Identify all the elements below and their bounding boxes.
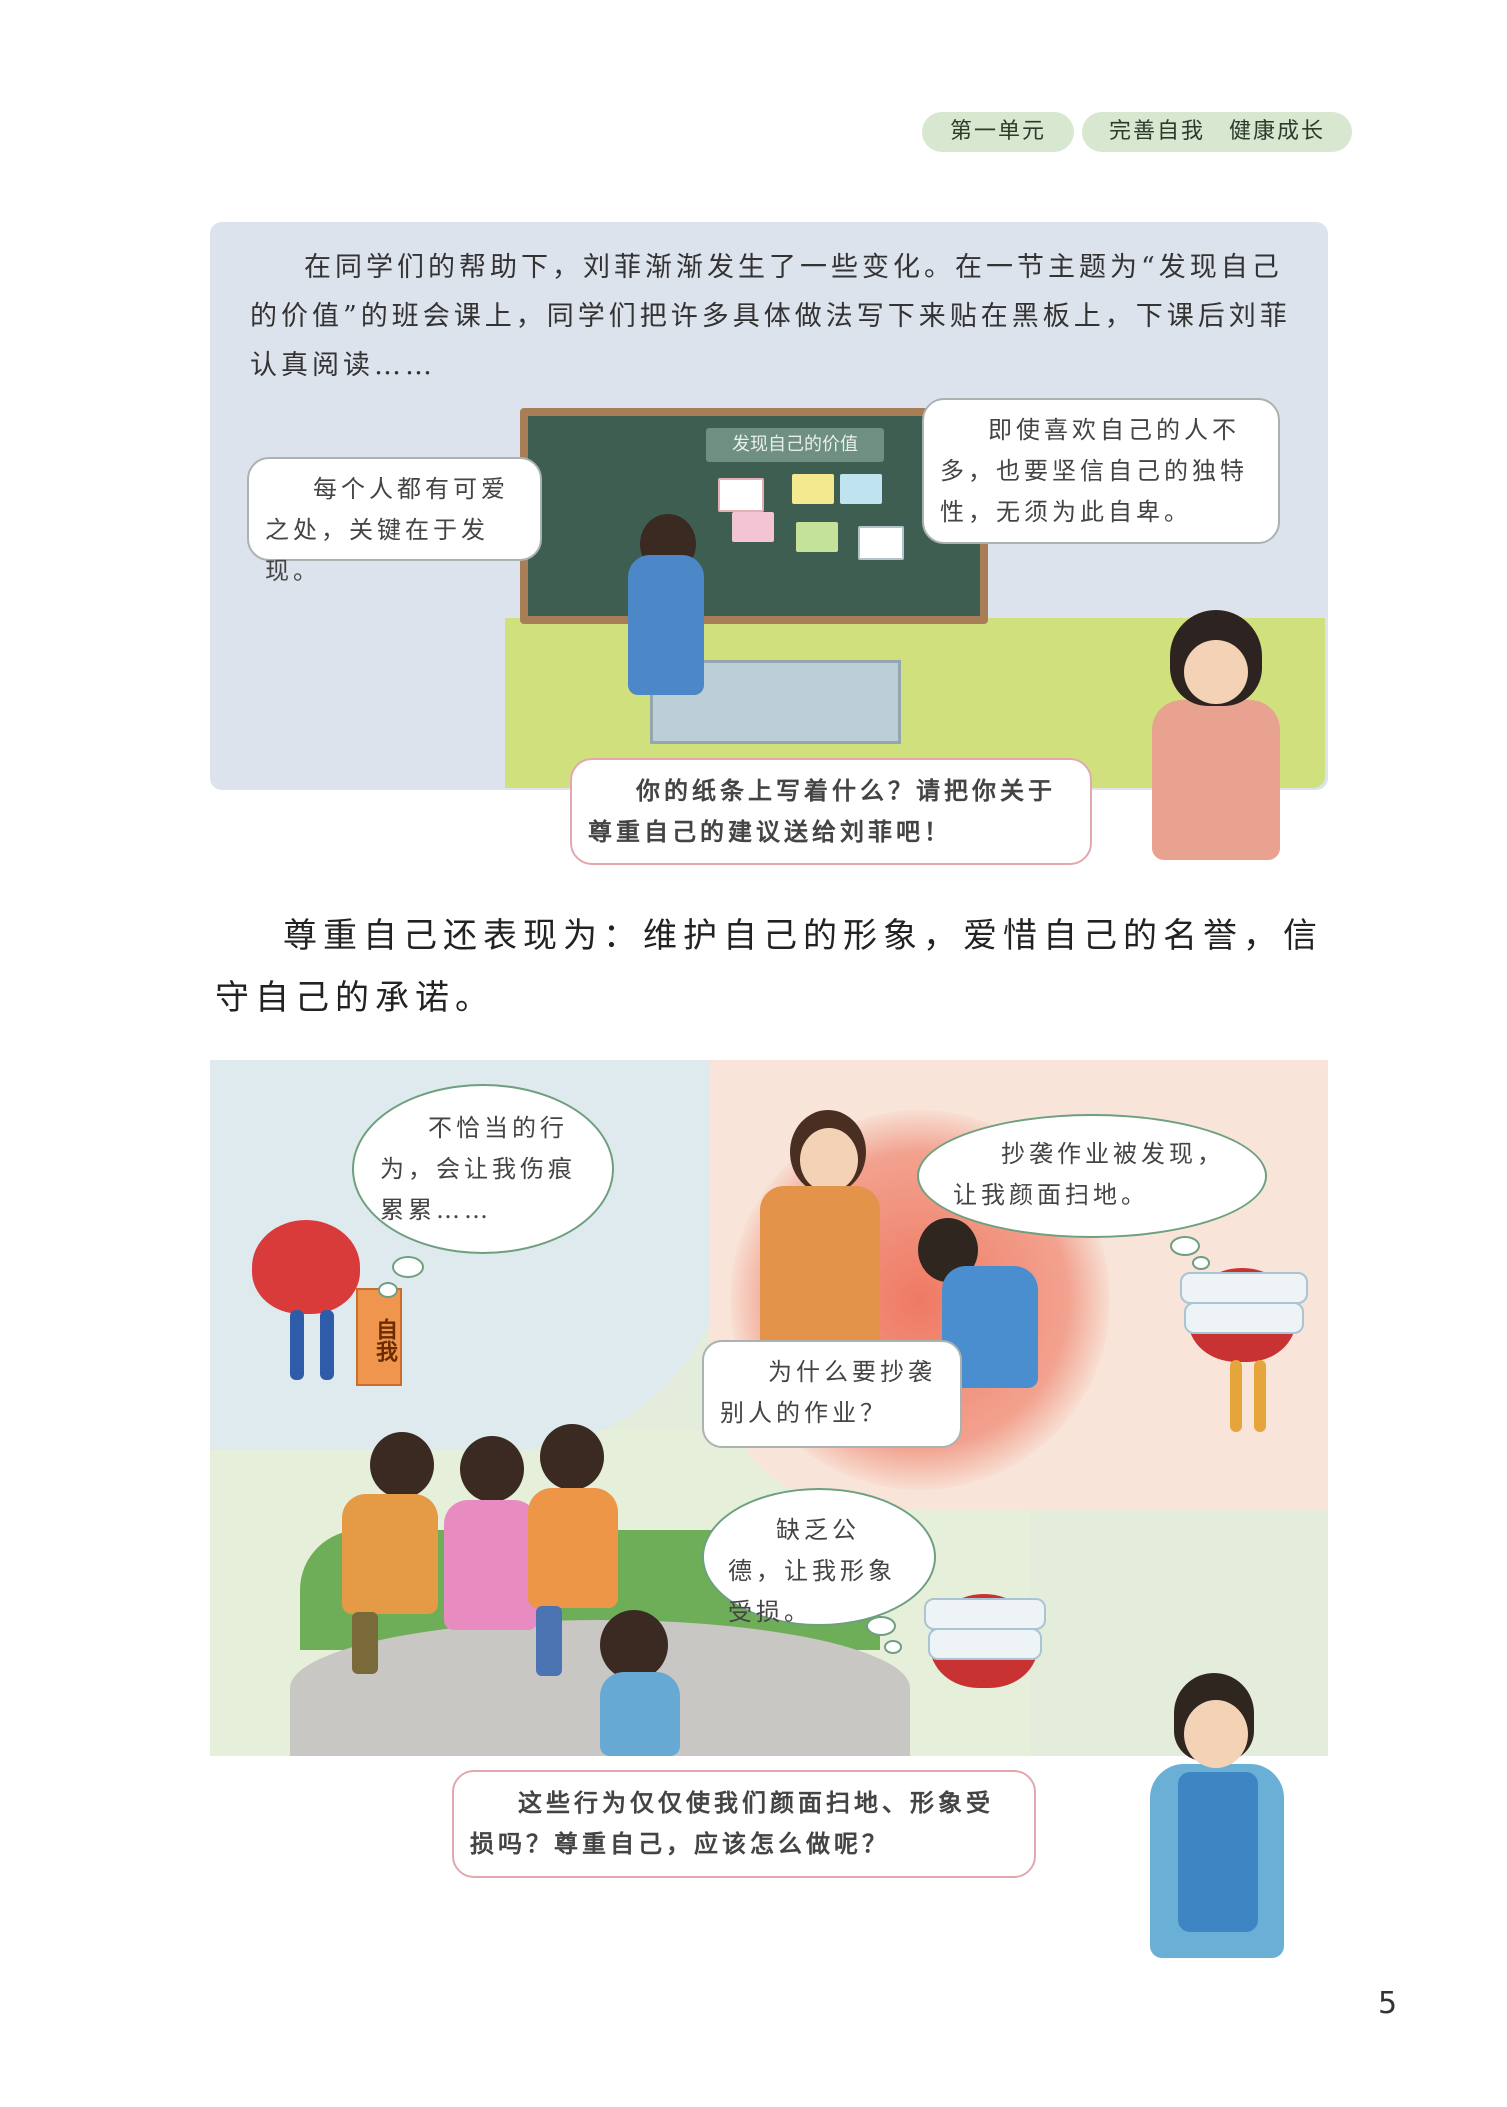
- body-text: 尊重自己还表现为：维护自己的形象，爱惜自己的名誉，信守自己的承诺。: [215, 916, 1323, 1018]
- girl-student-illustration: [628, 555, 704, 695]
- heart-leg: [290, 1310, 304, 1380]
- bandage-illustration: [1180, 1272, 1308, 1304]
- girl-guide-illustration: [1152, 700, 1280, 860]
- thought-bubble-hurt: 不恰当的行为，会让我伤痕累累……: [352, 1084, 614, 1254]
- intro-paragraph: 在同学们的帮助下，刘菲渐渐发生了一些变化。在一节主题为“发现自己的价值”的班会课…: [250, 243, 1300, 390]
- speech-bubble-left: 每个人都有可爱之处，关键在于发现。: [247, 457, 542, 585]
- paper-note: [858, 526, 904, 560]
- kid-illustration: [444, 1500, 538, 1630]
- speech-bubble-question: 你的纸条上写着什么？请把你关于尊重自己的建议送给刘菲吧！: [570, 758, 1092, 865]
- boy-guide-vest: [1178, 1772, 1258, 1932]
- thought-dot: [392, 1256, 424, 1278]
- unit-theme-tab: 完善自我 健康成长: [1082, 112, 1352, 152]
- thought-bubble-copying: 抄袭作业被发现，让我颜面扫地。: [917, 1114, 1267, 1238]
- thought-dot: [866, 1616, 896, 1636]
- bandage-illustration: [928, 1628, 1042, 1660]
- paper-note: [792, 474, 834, 504]
- boy-guide-face: [1184, 1700, 1248, 1768]
- thought-dot: [884, 1640, 902, 1654]
- self-card: 自我: [356, 1288, 402, 1386]
- kid-head: [460, 1436, 524, 1502]
- intro-text: 在同学们的帮助下，刘菲渐渐发生了一些变化。在一节主题为“发现自己的价值”的班会课…: [250, 252, 1291, 381]
- speech-bubble-teacher: 为什么要抄袭别人的作业？: [702, 1340, 962, 1448]
- kid-leg: [352, 1612, 378, 1674]
- heart-character-illustration: [252, 1220, 360, 1314]
- bandage-illustration: [1184, 1302, 1304, 1334]
- onlooker-illustration: [600, 1672, 680, 1756]
- thought-dot: [1192, 1256, 1210, 1270]
- page-number: 5: [1378, 1986, 1398, 2021]
- unit-tab: 第一单元: [922, 112, 1074, 152]
- blackboard-title: 发现自己的价值: [706, 428, 884, 462]
- teacher-illustration: [760, 1186, 880, 1356]
- onlooker-head: [600, 1610, 668, 1680]
- kid-head: [370, 1432, 434, 1498]
- teacher-face: [800, 1128, 858, 1192]
- kid-illustration: [528, 1488, 618, 1608]
- heart-leg: [1230, 1360, 1242, 1432]
- thought-dot: [1170, 1236, 1200, 1256]
- kid-head: [540, 1424, 604, 1490]
- thought-bubble-morality: 缺乏公德，让我形象受损。: [702, 1488, 936, 1626]
- body-paragraph: 尊重自己还表现为：维护自己的形象，爱惜自己的名誉，信守自己的承诺。: [215, 905, 1335, 1029]
- paper-note: [718, 478, 764, 512]
- thought-dot: [378, 1282, 398, 1298]
- girl-guide-face: [1184, 640, 1248, 704]
- paper-note: [796, 522, 838, 552]
- bandage-illustration: [924, 1598, 1046, 1630]
- paper-note: [840, 474, 882, 504]
- speech-bubble-closing: 这些行为仅仅使我们颜面扫地、形象受损吗？尊重自己，应该怎么做呢？: [452, 1770, 1036, 1878]
- heart-leg: [1254, 1360, 1266, 1432]
- paper-note: [732, 512, 774, 542]
- kid-illustration: [342, 1494, 438, 1614]
- kid-leg: [536, 1606, 562, 1676]
- heart-leg: [320, 1310, 334, 1380]
- speech-bubble-right: 即使喜欢自己的人不多，也要坚信自己的独特性，无须为此自卑。: [922, 398, 1280, 544]
